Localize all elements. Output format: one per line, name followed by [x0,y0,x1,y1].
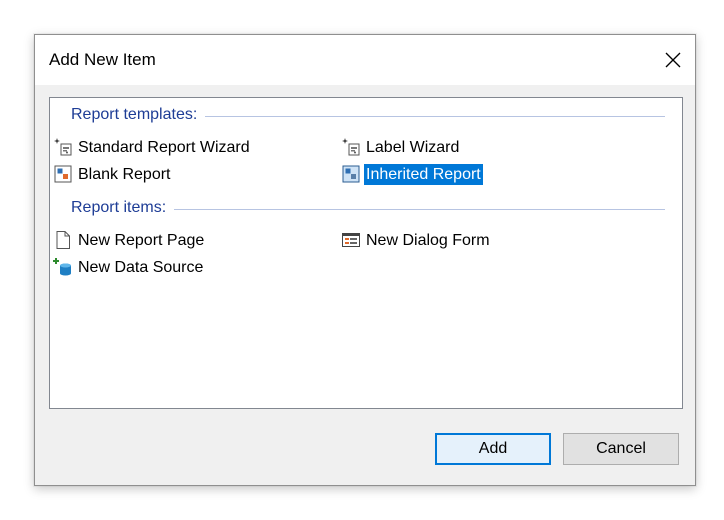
wizard-icon [342,138,360,156]
close-icon [665,52,681,68]
list-item-new-dialog-form[interactable]: New Dialog Form [341,229,492,251]
dialog-title: Add New Item [49,50,156,69]
list-item-label-wizard[interactable]: Label Wizard [341,136,461,158]
close-button[interactable] [651,35,695,85]
group-header-label: Report templates: [71,106,198,123]
add-new-item-dialog: Add New Item Report templates: Standard … [34,34,696,486]
item-label: New Dialog Form [366,231,490,249]
item-label: Blank Report [78,165,171,183]
group-divider [205,115,665,117]
report-icon [54,165,72,183]
dialog-form-icon [342,233,360,247]
list-item-new-data-source[interactable]: New Data Source [53,256,205,278]
list-item-blank-report[interactable]: Blank Report [53,163,173,185]
page: Add New Item Report templates: Standard … [0,0,724,520]
item-label: New Report Page [78,231,205,249]
cancel-button[interactable]: Cancel [563,433,679,465]
list-item-inherited-report[interactable]: Inherited Report [341,163,483,185]
title-bar: Add New Item [35,35,695,85]
add-button[interactable]: Add [435,433,551,465]
wizard-icon [54,138,72,156]
add-data-source-icon [53,258,71,276]
item-label: New Data Source [78,258,204,276]
item-label: Label Wizard [366,138,460,156]
item-label: Inherited Report [364,163,483,185]
item-label: Standard Report Wizard [78,138,250,156]
group-header-label: Report items: [71,199,167,216]
page-icon [56,231,70,249]
list-item-new-report-page[interactable]: New Report Page [53,229,206,251]
group-header-report-items: Report items: [71,199,665,217]
items-list[interactable]: Report templates: Standard Report Wizard [49,97,683,409]
report-icon [342,165,360,183]
group-header-report-templates: Report templates: [71,106,665,124]
list-item-standard-report-wizard[interactable]: Standard Report Wizard [53,136,252,158]
group-divider [174,208,665,210]
